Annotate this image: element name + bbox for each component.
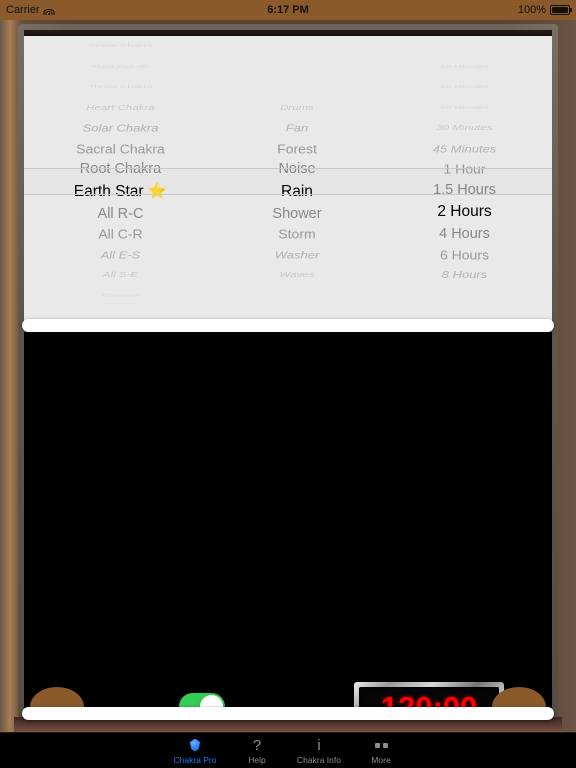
picker-option[interactable]: [217, 83, 377, 92]
picker-wheel-background-sound[interactable]: Drums Fan Forest Noise Rain Shower Storm Washer…: [217, 36, 377, 328]
picker-option[interactable]: Storm: [217, 225, 377, 244]
status-bar-clock: 6:17 PM: [267, 4, 309, 16]
tab-chakra-pro[interactable]: Chakra Pro: [164, 737, 226, 765]
gem-icon: [164, 737, 226, 754]
picker-option[interactable]: Drums: [217, 101, 377, 114]
tab-help[interactable]: ? Help: [226, 737, 288, 765]
tab-bar: Chakra Pro ? Help i Chakra Info More: [0, 732, 576, 768]
picker-option[interactable]: Waves: [217, 269, 377, 282]
picker-option[interactable]: 10 Minutes: [377, 62, 552, 71]
picker-option[interactable]: Fan: [217, 120, 377, 136]
picker-option[interactable]: Shower: [217, 204, 377, 225]
tab-chakra-pro-label: Chakra Pro: [173, 754, 217, 765]
tab-chakra-info-label: Chakra Info: [297, 754, 341, 765]
picker-option[interactable]: Cleanse: [24, 291, 217, 300]
picker-option[interactable]: Noise: [217, 159, 377, 180]
panel-divider-bottom: [22, 707, 554, 720]
picker-option[interactable]: 45 Minutes: [377, 141, 552, 157]
picker-option[interactable]: [217, 291, 377, 300]
picker-option[interactable]: [377, 42, 552, 51]
picker-wheels: Crown Chakra Third Eye 👁 Throat Chakra Hear…: [24, 36, 552, 328]
battery-full-icon: [550, 5, 572, 15]
picker-option[interactable]: [377, 289, 552, 302]
tab-chakra-info[interactable]: i Chakra Info: [288, 737, 350, 765]
picker[interactable]: Crown Chakra Third Eye 👁 Throat Chakra Hear…: [24, 36, 552, 328]
status-bar: Carrier 6:17 PM 100%: [0, 0, 576, 20]
battery-percent-label: 100%: [517, 4, 546, 16]
more-dots-icon: [350, 737, 412, 754]
picker-option[interactable]: Forest: [217, 139, 377, 158]
picker-option[interactable]: 1.5 Hours: [377, 180, 552, 201]
picker-option-selected[interactable]: Rain: [217, 180, 377, 204]
tab-more[interactable]: More: [350, 737, 412, 765]
picker-option[interactable]: 15 Minutes: [377, 83, 552, 92]
picker-option[interactable]: Heart Chakra: [24, 101, 217, 114]
picker-wheel-duration[interactable]: 10 Minutes 15 Minutes 20 Minutes 30 Minutes…: [377, 36, 552, 328]
panel-divider-top: [22, 319, 554, 332]
info-icon: i: [317, 736, 321, 754]
picker-option-selected[interactable]: Earth Star ⭐: [24, 180, 217, 204]
picker-option[interactable]: Throat Chakra: [24, 83, 217, 92]
picker-option[interactable]: Washer: [217, 247, 377, 263]
picker-option-selected[interactable]: 2 Hours: [377, 200, 552, 224]
picker-option[interactable]: Third Eye 👁: [24, 62, 217, 71]
question-mark-icon: ?: [252, 736, 262, 754]
picker-option[interactable]: 1 Hour: [377, 160, 552, 179]
tab-help-label: Help: [248, 754, 266, 765]
picker-option[interactable]: Solar Chakra: [24, 120, 217, 136]
picker-option[interactable]: All E-S: [24, 247, 217, 263]
picker-wheel-chakra[interactable]: Crown Chakra Third Eye 👁 Throat Chakra Hear…: [24, 36, 217, 328]
picker-option[interactable]: 30 Minutes: [377, 122, 552, 135]
control-panel: Chimes at End 120:00 Time Remaining Set …: [24, 332, 552, 710]
picker-option[interactable]: All R-C: [24, 204, 217, 225]
picker-option[interactable]: 20 Minutes: [377, 103, 552, 112]
status-bar-right: 100%: [517, 0, 572, 20]
picker-option[interactable]: 8 Hours: [377, 267, 552, 283]
picker-option[interactable]: Root Chakra: [24, 159, 217, 180]
picker-option[interactable]: Crown Chakra: [24, 42, 217, 51]
picker-option[interactable]: All C-R: [24, 225, 217, 244]
picker-option[interactable]: 4 Hours: [377, 224, 552, 245]
picker-panel: Crown Chakra Third Eye 👁 Throat Chakra Hear…: [24, 30, 552, 328]
picker-option[interactable]: Sacral Chakra: [24, 139, 217, 158]
picker-option[interactable]: [217, 62, 377, 71]
app-root: Carrier 6:17 PM 100% Crown Chakra Third E…: [0, 0, 576, 768]
picker-option[interactable]: All S-E: [24, 269, 217, 282]
tab-more-label: More: [371, 754, 391, 765]
picker-option[interactable]: [217, 42, 377, 51]
picker-option[interactable]: 6 Hours: [377, 245, 552, 264]
timer-bezel: 120:00: [354, 682, 504, 710]
